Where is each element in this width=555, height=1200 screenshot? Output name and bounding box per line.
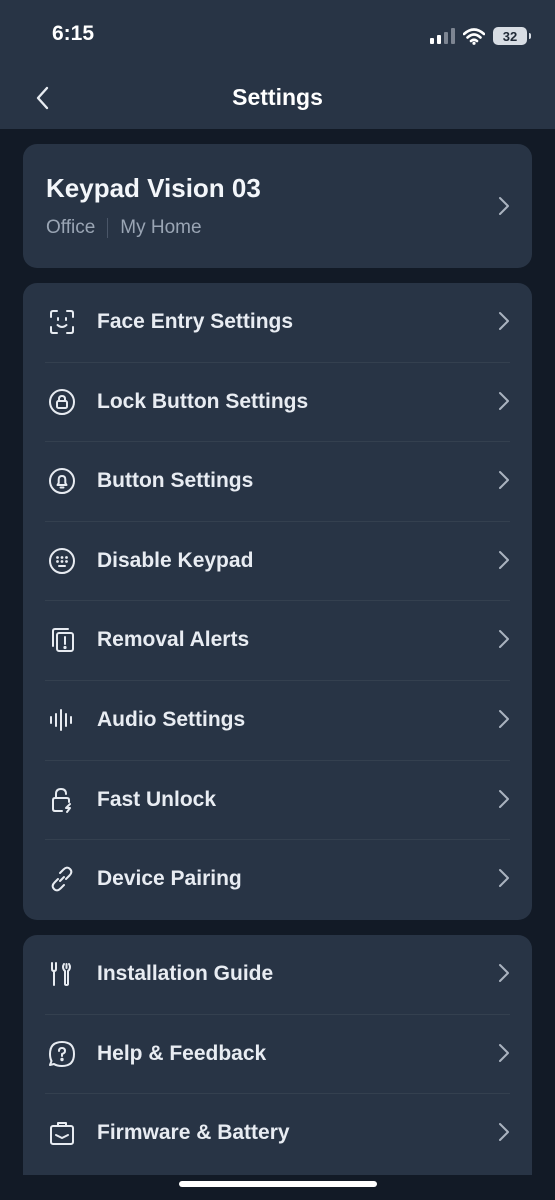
button-settings-item[interactable]: Button Settings [23, 442, 532, 522]
installation-guide-item[interactable]: Installation Guide [23, 935, 532, 1015]
item-label: Installation Guide [97, 962, 274, 985]
device-card[interactable]: Keypad Vision 03 Office My Home [23, 144, 532, 268]
home-indicator[interactable] [179, 1181, 377, 1187]
item-label: Device Pairing [97, 867, 242, 891]
item-label: Fast Unlock [97, 787, 217, 811]
status-icons: 32 [430, 24, 531, 48]
chevron-right-icon [499, 789, 509, 808]
face-entry-settings-item[interactable]: Face Entry Settings [23, 283, 532, 363]
chevron-right-icon [499, 1043, 509, 1062]
device-name: Keypad Vision 03 [46, 173, 261, 203]
link-icon [48, 865, 76, 893]
fast-unlock-icon [48, 786, 76, 814]
chevron-right-icon [499, 710, 509, 728]
item-label: Button Settings [97, 469, 254, 493]
removal-alert-icon [48, 626, 76, 654]
support-list: Installation Guide Help & Feedback Firmw… [23, 935, 532, 1175]
item-label: Help & Feedback [97, 1041, 267, 1065]
firmware-icon [48, 1119, 76, 1147]
chevron-right-icon [499, 197, 509, 215]
chevron-right-icon [499, 471, 509, 490]
firmware-battery-item[interactable]: Firmware & Battery [23, 1094, 532, 1174]
item-label: Disable Keypad [97, 548, 254, 572]
removal-alerts-item[interactable]: Removal Alerts [23, 601, 532, 681]
divider [107, 218, 109, 238]
chevron-right-icon [499, 1123, 509, 1142]
disable-keypad-item[interactable]: Disable Keypad [23, 522, 532, 602]
chevron-right-icon [499, 869, 509, 888]
item-label: Face Entry Settings [97, 310, 294, 333]
wifi-icon [463, 27, 485, 45]
signal-icon [430, 28, 455, 44]
item-label: Firmware & Battery [97, 1121, 290, 1145]
help-chat-icon [48, 1040, 76, 1068]
fast-unlock-item[interactable]: Fast Unlock [23, 761, 532, 841]
status-time: 6:15 [52, 22, 95, 45]
device-pairing-item[interactable]: Device Pairing [23, 840, 532, 920]
tools-icon [48, 960, 76, 988]
audio-waveform-icon [48, 706, 76, 734]
bell-button-icon [48, 467, 76, 495]
lock-button-settings-item[interactable]: Lock Button Settings [23, 363, 532, 443]
chevron-right-icon [499, 550, 509, 569]
lock-button-icon [48, 388, 76, 416]
audio-settings-item[interactable]: Audio Settings [23, 681, 532, 761]
chevron-right-icon [499, 391, 509, 410]
help-feedback-item[interactable]: Help & Feedback [23, 1015, 532, 1095]
device-home: My Home [120, 217, 202, 238]
top-bar: 6:15 32 Settings [0, 0, 555, 129]
face-scan-icon [48, 308, 76, 336]
page-title: Settings [232, 84, 323, 110]
item-label: Audio Settings [97, 708, 246, 731]
chevron-right-icon [499, 312, 509, 330]
settings-list: Face Entry Settings Lock Button Settings… [23, 283, 532, 920]
chevron-right-icon [499, 630, 509, 649]
device-location: Office My Home [46, 217, 202, 239]
battery-icon: 32 [493, 27, 531, 45]
item-label: Lock Button Settings [97, 389, 309, 413]
device-room: Office [46, 217, 96, 238]
chevron-right-icon [499, 964, 509, 982]
keypad-icon [48, 547, 76, 575]
item-label: Removal Alerts [97, 628, 250, 652]
